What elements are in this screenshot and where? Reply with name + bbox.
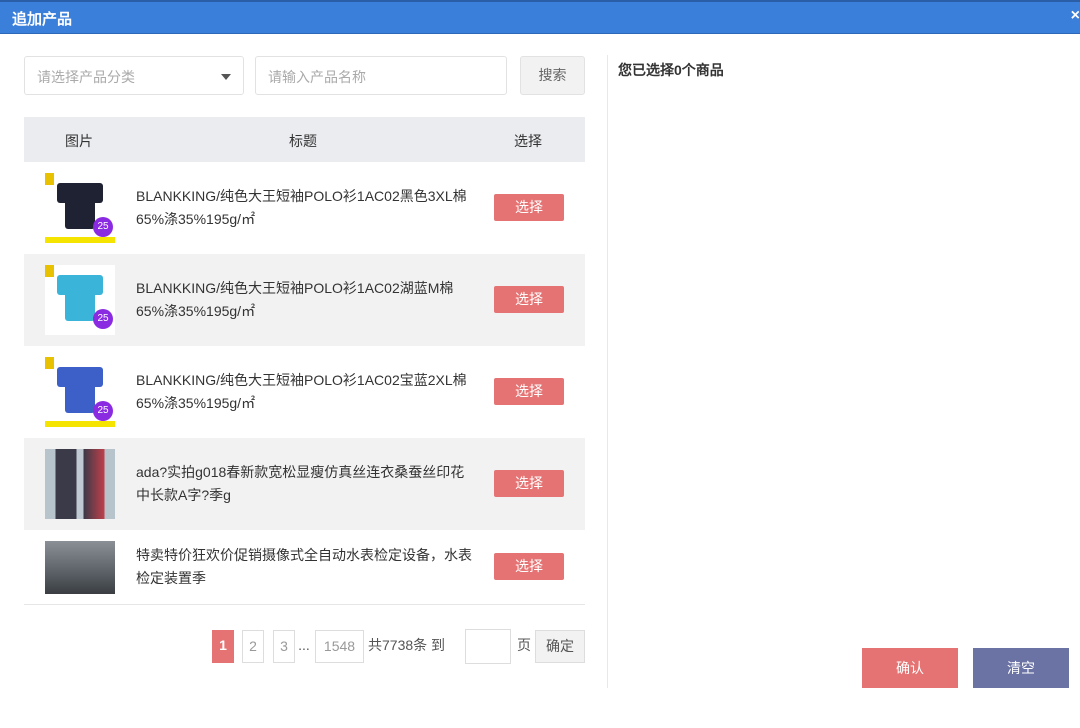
select-button[interactable]: 选择 <box>494 286 564 313</box>
table-row: 25 BLANKKING/纯色大王短袖POLO衫1AC02宝蓝2XL棉65%涤3… <box>24 346 585 438</box>
table-row: 特卖特价狂欢价促销摄像式全自动水表检定设备，水表检定装置季 选择 <box>24 530 585 605</box>
category-placeholder: 请选择产品分类 <box>37 69 135 85</box>
goto-confirm-button[interactable]: 确定 <box>535 630 585 663</box>
category-select[interactable]: 请选择产品分类 <box>24 56 244 95</box>
page-3[interactable]: 3 <box>273 630 295 663</box>
clear-button[interactable]: 清空 <box>973 648 1069 688</box>
dialog-title: 追加产品 <box>12 11 73 28</box>
product-image: 25 <box>45 265 115 335</box>
search-button[interactable]: 搜索 <box>520 56 585 95</box>
selected-count: 您已选择0个商品 <box>618 62 724 78</box>
header-select: 选择 <box>514 133 542 149</box>
table-row: 25 BLANKKING/纯色大王短袖POLO衫1AC02湖蓝M棉65%涤35%… <box>24 254 585 346</box>
divider <box>607 55 608 688</box>
page-last[interactable]: 1548 <box>315 630 364 663</box>
select-button[interactable]: 选择 <box>494 470 564 497</box>
badge: 25 <box>93 217 113 237</box>
confirm-button[interactable]: 确认 <box>862 648 958 688</box>
product-name-input[interactable]: 请输入产品名称 <box>255 56 507 95</box>
table-row: ada?实拍g018春新款宽松显瘦仿真丝连衣桑蚕丝印花中长款A字?季g 选择 <box>24 438 585 530</box>
page-2[interactable]: 2 <box>242 630 264 663</box>
product-image <box>45 449 115 519</box>
select-button[interactable]: 选择 <box>494 553 564 580</box>
select-button[interactable]: 选择 <box>494 378 564 405</box>
product-title: BLANKKING/纯色大王短袖POLO衫1AC02黑色3XL棉65%涤35%1… <box>136 188 467 227</box>
product-title: ada?实拍g018春新款宽松显瘦仿真丝连衣桑蚕丝印花中长款A字?季g <box>136 464 465 503</box>
chevron-down-icon <box>221 74 231 80</box>
total-count: 共7738条 到 <box>368 637 446 653</box>
table-row: 25 BLANKKING/纯色大王短袖POLO衫1AC02黑色3XL棉65%涤3… <box>24 162 585 254</box>
name-placeholder: 请输入产品名称 <box>268 69 366 85</box>
product-title: 特卖特价狂欢价促销摄像式全自动水表检定设备，水表检定装置季 <box>136 547 472 586</box>
goto-page-input[interactable] <box>465 629 511 664</box>
page-1[interactable]: 1 <box>212 630 234 663</box>
badge: 25 <box>93 309 113 329</box>
pagination-ellipsis: ... <box>298 637 310 653</box>
select-button[interactable]: 选择 <box>494 194 564 221</box>
product-title: BLANKKING/纯色大王短袖POLO衫1AC02湖蓝M棉65%涤35%195… <box>136 280 454 319</box>
header-image: 图片 <box>65 133 93 149</box>
product-image <box>45 541 115 594</box>
table-header: 图片 标题 选择 <box>24 117 585 162</box>
header-title: 标题 <box>289 133 317 149</box>
page-suffix: 页 <box>517 637 531 653</box>
product-image: 25 <box>45 357 115 427</box>
product-title: BLANKKING/纯色大王短袖POLO衫1AC02宝蓝2XL棉65%涤35%1… <box>136 372 467 411</box>
product-image: 25 <box>45 173 115 243</box>
close-icon[interactable]: × <box>1071 7 1080 25</box>
badge: 25 <box>93 401 113 421</box>
dialog-header: 追加产品 × <box>0 0 1080 34</box>
